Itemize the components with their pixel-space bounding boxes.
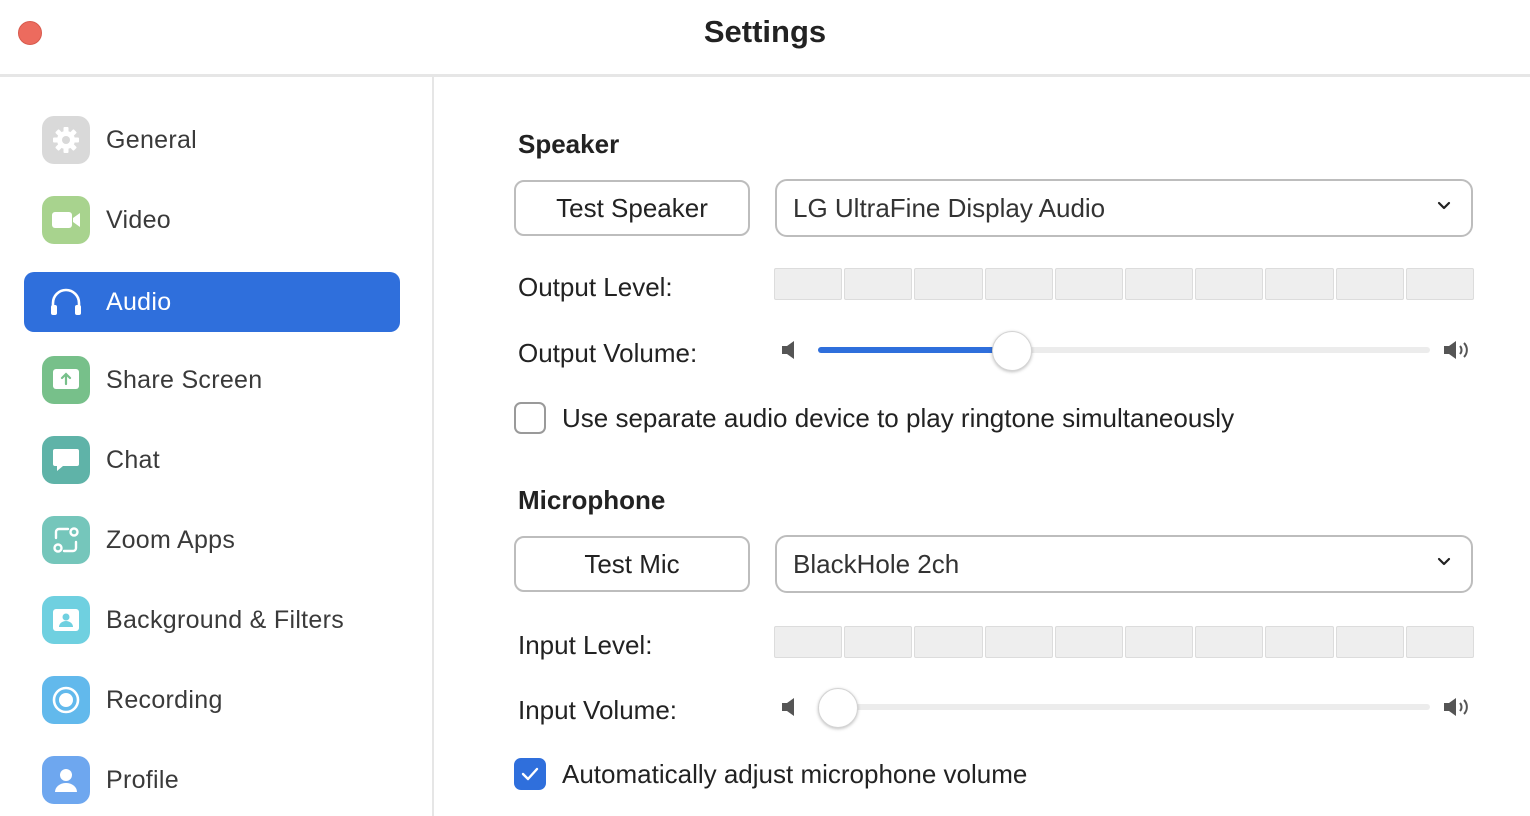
- speaker-high-icon: [1444, 341, 1468, 359]
- output-volume-slider[interactable]: [780, 330, 1474, 371]
- slider-track[interactable]: [818, 331, 1430, 371]
- window-title: Settings: [703, 14, 827, 49]
- output-level-meter: [774, 268, 1475, 300]
- sidebar-item-background-filters[interactable]: Background & Filters: [24, 590, 400, 650]
- headphones-icon: [42, 278, 90, 326]
- speaker-device-value: LG UltraFine Display Audio: [793, 192, 1106, 223]
- share-screen-icon: [42, 356, 90, 404]
- level-segment: [914, 268, 983, 300]
- test-speaker-button[interactable]: Test Speaker: [514, 180, 750, 236]
- sidebar-item-general[interactable]: General: [24, 110, 400, 170]
- separate-ringtone-row[interactable]: Use separate audio device to play ringto…: [514, 402, 1234, 434]
- sidebar-item-video[interactable]: Video: [24, 190, 400, 250]
- slider-thumb[interactable]: [991, 331, 1032, 371]
- microphone-section-title: Microphone: [518, 485, 666, 515]
- microphone-device-value: BlackHole 2ch: [793, 548, 960, 579]
- sidebar-item-label: Recording: [106, 685, 223, 714]
- level-segment: [1405, 268, 1475, 300]
- level-segment: [1335, 626, 1404, 658]
- level-segment: [984, 626, 1053, 658]
- sidebar-item-zoom-apps[interactable]: Zoom Apps: [24, 510, 400, 570]
- speaker-device-select[interactable]: LG UltraFine Display Audio: [775, 179, 1473, 237]
- sidebar-item-label: Video: [106, 205, 171, 234]
- title-bar: Settings: [0, 0, 1530, 77]
- input-volume-slider[interactable]: [780, 687, 1474, 728]
- sidebar-item-label: General: [106, 125, 198, 154]
- sidebar-item-share-screen[interactable]: Share Screen: [24, 350, 400, 410]
- sidebar-item-label: Share Screen: [106, 365, 263, 394]
- input-level-label: Input Level:: [518, 630, 653, 660]
- zoom-apps-icon: [42, 516, 90, 564]
- output-level-label: Output Level:: [518, 272, 673, 302]
- separate-ringtone-label: Use separate audio device to play ringto…: [562, 402, 1235, 433]
- level-segment: [1405, 626, 1475, 658]
- level-segment: [774, 626, 843, 658]
- input-level-meter: [774, 626, 1475, 658]
- output-volume-label: Output Volume:: [518, 338, 698, 368]
- level-segment: [1125, 268, 1194, 300]
- microphone-device-select[interactable]: BlackHole 2ch: [775, 535, 1473, 593]
- speaker-high-icon: [1444, 698, 1468, 716]
- chat-bubble-icon: [42, 436, 90, 484]
- level-segment: [1335, 268, 1404, 300]
- level-segment: [844, 268, 913, 300]
- slider-thumb[interactable]: [818, 688, 858, 728]
- level-segment: [844, 626, 913, 658]
- test-mic-button[interactable]: Test Mic: [514, 536, 750, 592]
- sidebar-item-profile[interactable]: Profile: [24, 750, 400, 810]
- audio-settings-panel: Speaker Test Speaker LG UltraFine Displa…: [434, 77, 1530, 816]
- level-segment: [1125, 626, 1194, 658]
- auto-adjust-mic-checkbox[interactable]: [514, 758, 546, 790]
- level-segment: [1265, 626, 1334, 658]
- gear-icon: [42, 116, 90, 164]
- sidebar-item-recording[interactable]: Recording: [24, 670, 400, 730]
- input-volume-label: Input Volume:: [518, 695, 677, 725]
- level-segment: [1054, 268, 1124, 300]
- slider-fill: [818, 347, 1011, 353]
- background-filters-icon: [42, 596, 90, 644]
- level-segment: [984, 268, 1053, 300]
- auto-adjust-mic-row[interactable]: Automatically adjust microphone volume: [514, 758, 1027, 790]
- level-segment: [1265, 268, 1334, 300]
- separate-ringtone-checkbox[interactable]: [514, 402, 546, 434]
- video-camera-icon: [42, 196, 90, 244]
- speaker-section-title: Speaker: [518, 129, 620, 159]
- sidebar-item-label: Background & Filters: [106, 605, 345, 634]
- sidebar-item-chat[interactable]: Chat: [24, 430, 400, 490]
- level-segment: [774, 268, 843, 300]
- sidebar-item-label: Zoom Apps: [106, 525, 236, 554]
- sidebar-item-label: Profile: [106, 765, 179, 794]
- settings-sidebar: General Video Audio Share Screen Chat Zo…: [0, 77, 434, 816]
- chevron-down-icon: [1437, 557, 1451, 566]
- level-segment: [1054, 626, 1124, 658]
- auto-adjust-mic-label: Automatically adjust microphone volume: [562, 758, 1028, 789]
- recording-icon: [42, 676, 90, 724]
- sidebar-item-audio[interactable]: Audio: [24, 272, 400, 332]
- level-segment: [914, 626, 983, 658]
- speaker-low-icon: [782, 698, 794, 716]
- slider-track[interactable]: [818, 688, 1430, 728]
- sidebar-item-label: Chat: [106, 445, 161, 474]
- level-segment: [1195, 268, 1264, 300]
- checkmark-icon: [521, 767, 539, 781]
- speaker-low-icon: [782, 341, 794, 359]
- level-segment: [1195, 626, 1264, 658]
- profile-icon: [42, 756, 90, 804]
- sidebar-item-label: Audio: [106, 287, 172, 316]
- chevron-down-icon: [1437, 201, 1451, 210]
